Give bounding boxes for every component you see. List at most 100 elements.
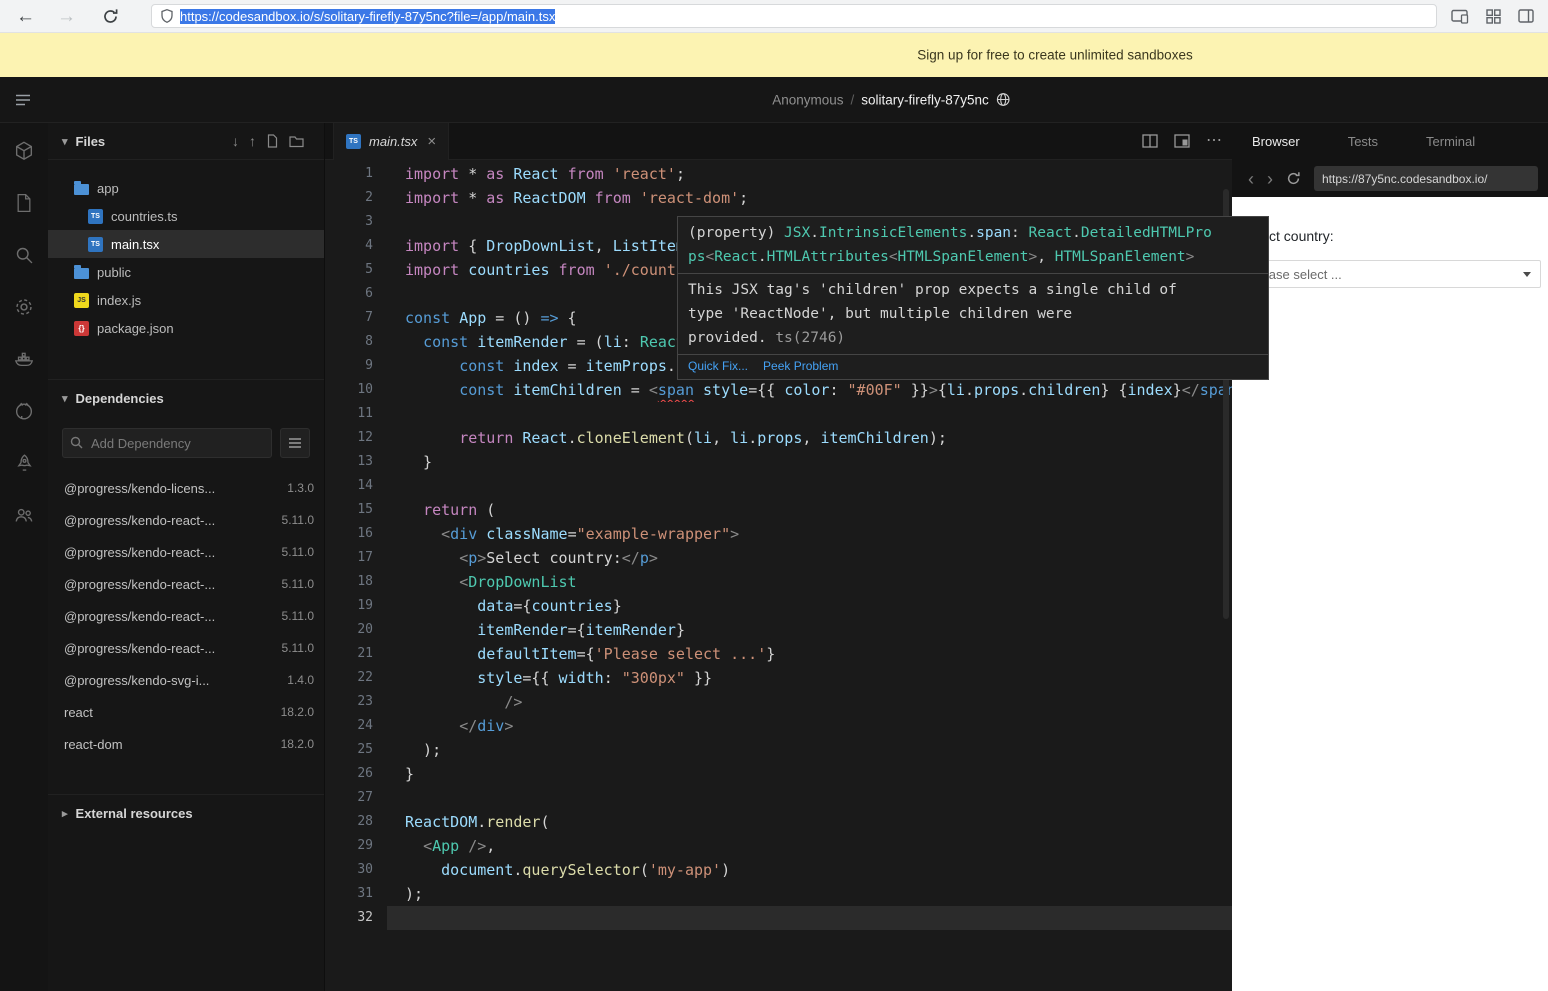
new-file-icon[interactable] bbox=[266, 134, 279, 148]
line-number: 23 bbox=[325, 690, 387, 714]
tab-terminal[interactable]: Terminal bbox=[1426, 134, 1475, 149]
code-line-23[interactable]: 23 /> bbox=[325, 690, 1232, 714]
file-item-package.json[interactable]: {}package.json bbox=[48, 314, 324, 342]
code-line-25[interactable]: 25 ); bbox=[325, 738, 1232, 762]
external-resources-header[interactable]: ▸ External resources bbox=[48, 794, 324, 831]
close-icon[interactable]: × bbox=[427, 133, 436, 150]
code-line-10[interactable]: 10 const itemChildren = <span style={{ c… bbox=[325, 378, 1232, 402]
file-explorer-icon[interactable] bbox=[12, 191, 36, 215]
menu-icon[interactable] bbox=[15, 93, 31, 107]
download-icon[interactable]: ↓ bbox=[232, 133, 239, 149]
quick-fix-link[interactable]: Quick Fix... bbox=[688, 359, 748, 373]
dependency-row[interactable]: @progress/kendo-react-...5.11.0 bbox=[48, 536, 324, 568]
line-number: 32 bbox=[325, 906, 387, 930]
file-item-countries.ts[interactable]: TScountries.ts bbox=[48, 202, 324, 230]
code-line-32[interactable]: 32 bbox=[325, 906, 1232, 930]
browser-chrome: ← → https://codesandbox.io/s/solitary-fi… bbox=[0, 0, 1548, 33]
dependency-row[interactable]: @progress/kendo-react-...5.11.0 bbox=[48, 568, 324, 600]
dependency-row[interactable]: react18.2.0 bbox=[48, 696, 324, 728]
split-editor-icon[interactable] bbox=[1142, 134, 1158, 148]
code-line-26[interactable]: 26} bbox=[325, 762, 1232, 786]
docker-icon[interactable] bbox=[12, 347, 36, 371]
dependency-row[interactable]: react-dom18.2.0 bbox=[48, 728, 324, 760]
code-line-21[interactable]: 21 defaultItem={'Please select ...'} bbox=[325, 642, 1232, 666]
new-folder-icon[interactable] bbox=[289, 135, 304, 148]
add-dependency-input[interactable] bbox=[62, 428, 272, 458]
tab-browser[interactable]: Browser bbox=[1252, 134, 1300, 149]
collaborators-icon[interactable] bbox=[12, 503, 36, 527]
code-line-28[interactable]: 28ReactDOM.render( bbox=[325, 810, 1232, 834]
dependency-row[interactable]: @progress/kendo-react-...5.11.0 bbox=[48, 504, 324, 536]
code-line-31[interactable]: 31); bbox=[325, 882, 1232, 906]
file-item-app[interactable]: app bbox=[48, 174, 324, 202]
line-number: 20 bbox=[325, 618, 387, 642]
dependency-version: 5.11.0 bbox=[282, 545, 314, 559]
preview-forward-icon[interactable]: › bbox=[1267, 170, 1273, 188]
dependency-version: 18.2.0 bbox=[281, 705, 314, 719]
tab-main-tsx[interactable]: TS main.tsx × bbox=[333, 123, 449, 160]
dependency-list-button[interactable] bbox=[280, 428, 310, 458]
dependency-row[interactable]: @progress/kendo-licens...1.3.0 bbox=[48, 472, 324, 504]
github-icon[interactable] bbox=[12, 399, 36, 423]
code-line-19[interactable]: 19 data={countries} bbox=[325, 594, 1232, 618]
signup-banner-link[interactable]: Sign up for free to create unlimited san… bbox=[917, 48, 1192, 63]
code-line-29[interactable]: 29 <App />, bbox=[325, 834, 1232, 858]
code-line-12[interactable]: 12 return React.cloneElement(li, li.prop… bbox=[325, 426, 1232, 450]
line-number: 1 bbox=[325, 162, 387, 186]
peek-problem-link[interactable]: Peek Problem bbox=[763, 359, 838, 373]
upload-icon[interactable]: ↑ bbox=[249, 133, 256, 149]
code-line-18[interactable]: 18 <DropDownList bbox=[325, 570, 1232, 594]
tsx-file-icon: TS bbox=[346, 134, 361, 149]
sandbox-title[interactable]: Anonymous / solitary-firefly-87y5nc bbox=[772, 92, 1010, 107]
sandbox-logo-icon[interactable] bbox=[12, 139, 36, 163]
code-line-14[interactable]: 14 bbox=[325, 474, 1232, 498]
file-name: public bbox=[97, 265, 131, 280]
country-dropdown[interactable]: Please select ... bbox=[1241, 260, 1541, 288]
code-line-27[interactable]: 27 bbox=[325, 786, 1232, 810]
code-line-1[interactable]: 1import * as React from 'react'; bbox=[325, 162, 1232, 186]
open-preview-icon[interactable] bbox=[1174, 134, 1190, 148]
address-bar[interactable]: https://codesandbox.io/s/solitary-firefl… bbox=[151, 4, 1437, 28]
browser-back-icon[interactable]: ← bbox=[16, 7, 35, 26]
file-item-main.tsx[interactable]: TSmain.tsx bbox=[48, 230, 324, 258]
dependency-search-row bbox=[62, 428, 310, 458]
code-line-2[interactable]: 2import * as ReactDOM from 'react-dom'; bbox=[325, 186, 1232, 210]
line-number: 6 bbox=[325, 282, 387, 306]
deploy-rocket-icon[interactable] bbox=[12, 451, 36, 475]
line-number: 7 bbox=[325, 306, 387, 330]
tab-tests[interactable]: Tests bbox=[1348, 134, 1378, 149]
file-item-public[interactable]: public bbox=[48, 258, 324, 286]
code-line-15[interactable]: 15 return ( bbox=[325, 498, 1232, 522]
code-line-24[interactable]: 24 </div> bbox=[325, 714, 1232, 738]
code-line-22[interactable]: 22 style={{ width: "300px" }} bbox=[325, 666, 1232, 690]
file-tree: appTScountries.tsTSmain.tsx public JSindex… bbox=[48, 160, 324, 379]
code-line-16[interactable]: 16 <div className="example-wrapper"> bbox=[325, 522, 1232, 546]
preview-back-icon[interactable]: ‹ bbox=[1248, 170, 1254, 188]
code-line-11[interactable]: 11 bbox=[325, 402, 1232, 426]
preview-url-bar[interactable]: https://87y5nc.codesandbox.io/ bbox=[1314, 166, 1538, 191]
dependency-row[interactable]: @progress/kendo-svg-i...1.4.0 bbox=[48, 664, 324, 696]
dependency-row[interactable]: @progress/kendo-react-...5.11.0 bbox=[48, 632, 324, 664]
dependency-row[interactable]: @progress/kendo-react-...5.11.0 bbox=[48, 600, 324, 632]
panel-layout-icon[interactable] bbox=[1518, 9, 1534, 23]
settings-gear-icon[interactable] bbox=[12, 295, 36, 319]
code-line-20[interactable]: 20 itemRender={itemRender} bbox=[325, 618, 1232, 642]
dropdown-caret-icon[interactable] bbox=[1514, 261, 1540, 287]
file-item-index.js[interactable]: JSindex.js bbox=[48, 286, 324, 314]
dependency-name: @progress/kendo-svg-i... bbox=[64, 673, 209, 688]
dependencies-header[interactable]: ▾ Dependencies bbox=[48, 379, 324, 416]
tab-grid-icon[interactable] bbox=[1486, 9, 1501, 24]
preview-frame: Select country: Please select ... bbox=[1232, 197, 1548, 991]
files-header-actions: ↓ ↑ bbox=[232, 133, 310, 149]
code-line-30[interactable]: 30 document.querySelector('my-app') bbox=[325, 858, 1232, 882]
preview-refresh-icon[interactable] bbox=[1286, 171, 1301, 186]
browser-forward-icon[interactable]: → bbox=[57, 7, 76, 26]
browser-reload-icon[interactable] bbox=[102, 8, 119, 25]
device-cast-icon[interactable] bbox=[1451, 9, 1469, 24]
search-icon[interactable] bbox=[12, 243, 36, 267]
chevron-down-icon[interactable]: ▾ bbox=[62, 135, 68, 148]
code-line-17[interactable]: 17 <p>Select country:</p> bbox=[325, 546, 1232, 570]
more-actions-icon[interactable]: ⋯ bbox=[1206, 133, 1222, 149]
line-number: 16 bbox=[325, 522, 387, 546]
code-line-13[interactable]: 13 } bbox=[325, 450, 1232, 474]
